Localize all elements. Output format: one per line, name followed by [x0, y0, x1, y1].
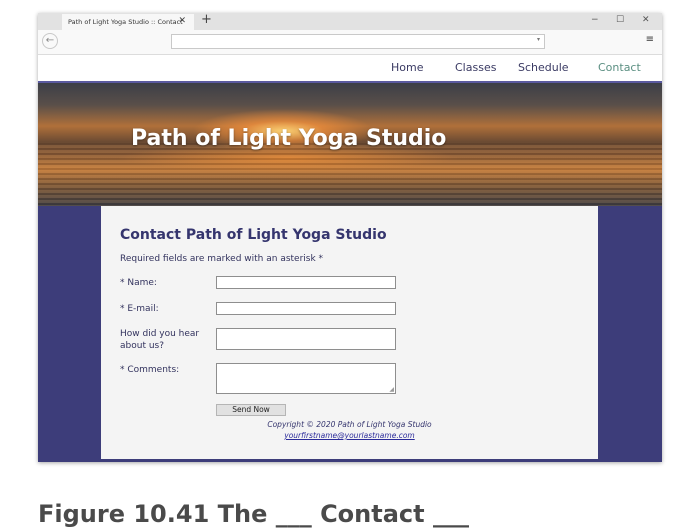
required-note: Required fields are marked with an aster… [120, 254, 324, 264]
nav-classes[interactable]: Classes [455, 61, 496, 74]
address-bar[interactable]: ▾ [171, 34, 545, 49]
close-window-icon[interactable]: ✕ [642, 15, 650, 25]
browser-window: Path of Light Yoga Studio :: Contact ✕ +… [38, 13, 662, 462]
comments-textarea[interactable]: ◢ [216, 363, 396, 394]
email-field[interactable] [216, 302, 396, 315]
dropdown-icon[interactable]: ▾ [537, 36, 540, 43]
hear-field[interactable] [216, 328, 396, 350]
copyright-text: Copyright © 2020 Path of Light Yoga Stud… [267, 420, 432, 429]
nav-contact[interactable]: Contact [598, 61, 641, 74]
tab-close-icon[interactable]: ✕ [178, 16, 186, 26]
email-label: * E-mail: [120, 304, 159, 314]
water-ripples [38, 143, 662, 206]
hamburger-menu-icon[interactable]: ≡ [646, 34, 654, 45]
name-field[interactable] [216, 276, 396, 289]
email-link[interactable]: yourfirstname@yourlastname.com [101, 431, 598, 440]
new-tab-icon[interactable]: + [201, 13, 212, 27]
hero-banner: Path of Light Yoga Studio [38, 83, 662, 206]
nav-schedule[interactable]: Schedule [518, 61, 569, 74]
maximize-icon[interactable]: ☐ [616, 15, 624, 25]
send-button[interactable]: Send Now [216, 404, 286, 416]
site-nav: Home Classes Schedule Contact [38, 55, 662, 81]
content-panel: Contact Path of Light Yoga Studio Requir… [101, 206, 598, 459]
browser-toolbar: ← ▾ ≡ [38, 30, 662, 55]
comments-label: * Comments: [120, 365, 180, 375]
name-label: * Name: [120, 278, 157, 288]
figure-caption: Figure 10.41 The ___ Contact ___ [38, 500, 469, 528]
hero-title: Path of Light Yoga Studio [131, 126, 447, 151]
hear-label: How did you hear about us? [120, 329, 200, 351]
page-title: Contact Path of Light Yoga Studio [120, 227, 387, 243]
tab-title: Path of Light Yoga Studio :: Contact [68, 18, 183, 26]
resize-grip-icon[interactable]: ◢ [389, 386, 394, 393]
tab-strip: Path of Light Yoga Studio :: Contact ✕ +… [38, 13, 662, 30]
minimize-icon[interactable]: − [591, 15, 599, 25]
back-arrow-icon[interactable]: ← [42, 33, 58, 49]
browser-tab[interactable]: Path of Light Yoga Studio :: Contact ✕ [62, 14, 194, 30]
nav-home[interactable]: Home [391, 61, 423, 74]
